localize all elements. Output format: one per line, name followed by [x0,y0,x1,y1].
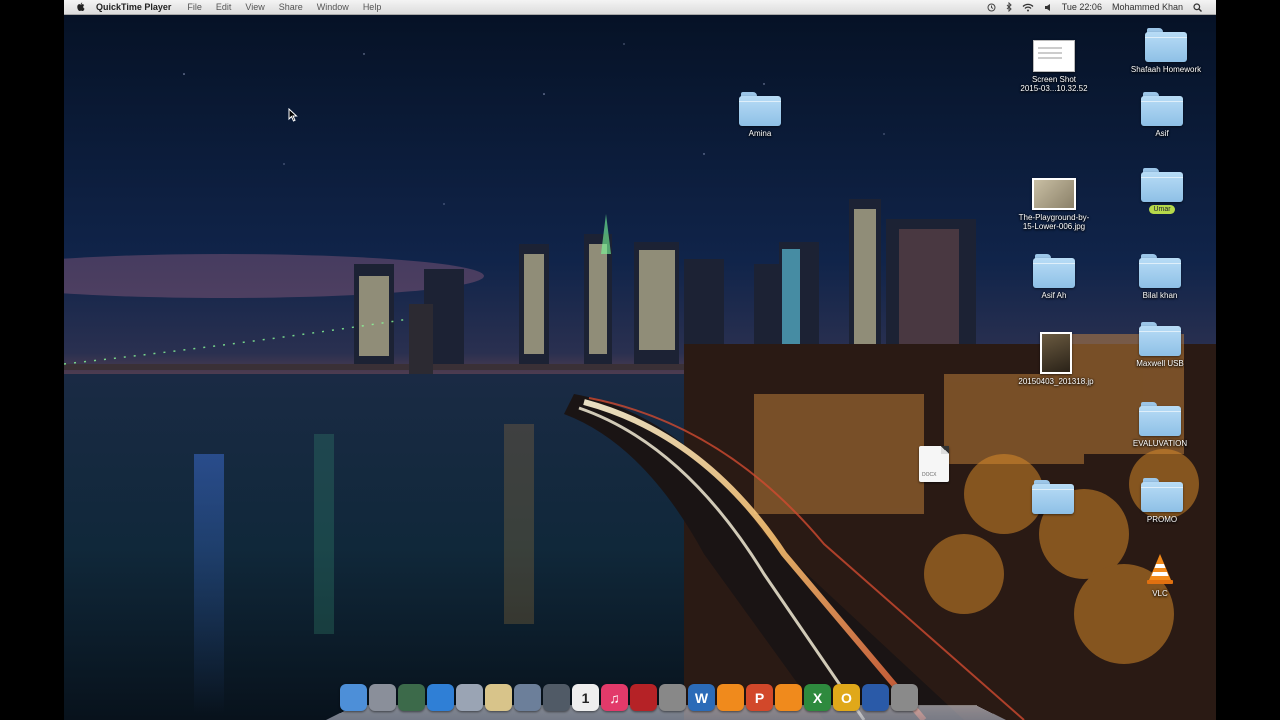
menu-edit[interactable]: Edit [216,2,232,12]
desktop-icon-docx[interactable]: DOCX [894,446,974,485]
spotlight-search-icon[interactable] [1193,2,1202,12]
dock-excel-icon[interactable]: X [804,684,831,711]
desktop-icon-label: PROMO [1146,515,1178,524]
volume-icon[interactable] [1044,3,1052,12]
dock-powerpoint-icon[interactable]: P [746,684,773,711]
desktop-icon-label: EVALUVATION [1132,439,1188,448]
folder-icon [1141,92,1183,126]
folder-icon [1139,402,1181,436]
desktop-icon-shafaah-homework[interactable]: Shafaah Homework [1126,28,1206,74]
desktop-icon-vlc[interactable]: VLC [1120,552,1200,598]
apple-menu-icon[interactable] [76,2,86,12]
dock-screenshot-tool-icon[interactable] [659,684,686,711]
screenshot-file-icon [1033,40,1075,72]
dock-quicktime-icon[interactable] [862,684,889,711]
folder-icon [1033,254,1075,288]
folder-icon [739,92,781,126]
dock-finder-icon[interactable] [340,684,367,711]
dock-launchpad-icon[interactable] [369,684,396,711]
dock-outlook-icon[interactable]: O [833,684,860,711]
dock-safari-icon[interactable] [427,684,454,711]
desktop-icon-label: The-Playground-by- 15-Lower-006.jpg [1018,213,1090,231]
bluetooth-icon[interactable] [1006,2,1012,12]
desktop-icon-asif-a[interactable]: Asif Ah [1014,254,1094,300]
desktop-icon-label: Asif Ah [1041,291,1067,300]
desktop-icon-evaluvation[interactable]: EVALUVATION [1120,402,1200,448]
mouse-cursor-icon [288,108,298,122]
menu-app-name[interactable]: QuickTime Player [96,2,171,12]
menu-bar: QuickTime Player File Edit View Share Wi… [64,0,1216,15]
dock-photo-booth-icon[interactable] [630,684,657,711]
image-file-icon [1032,178,1076,210]
desktop-icon-promo[interactable]: PROMO [1122,478,1202,524]
image-file-icon [1040,332,1072,374]
desktop-icon-playground[interactable]: The-Playground-by- 15-Lower-006.jpg [1014,178,1094,231]
user-name[interactable]: Mohammed Khan [1112,2,1183,12]
dock-vlc-2-icon[interactable] [775,684,802,711]
screen: QuickTime Player File Edit View Share Wi… [64,0,1216,720]
desktop-icon-label: 20150403_201318.jp [1018,377,1094,386]
menu-share[interactable]: Share [279,2,303,12]
desktop-icon-label: Maxwell USB [1136,359,1184,368]
dock-vlc-dock-icon[interactable] [717,684,744,711]
file-extension: DOCX [922,472,937,478]
desktop-icon-umar[interactable]: Umar [1122,168,1202,214]
menu-view[interactable]: View [245,2,264,12]
time-machine-icon[interactable] [987,3,996,12]
dock-facetime-icon[interactable] [543,684,570,711]
folder-icon [1145,28,1187,62]
desktop-icon-photo-jpg[interactable]: 20150403_201318.jp [1016,332,1096,386]
vlc-cone-icon [1147,554,1173,584]
menu-window[interactable]: Window [317,2,349,12]
desktop-icon-label: VLC [1152,589,1168,598]
desktop-icon-label: Amina [748,129,772,138]
dock-notes-icon[interactable] [485,684,512,711]
folder-icon [1139,322,1181,356]
desktop-icon-screen-shot[interactable]: Screen Shot 2015-03...10.32.52 [1014,40,1094,93]
desktop-icon-bilal-khan[interactable]: Bilal khan [1120,254,1200,300]
desktop-icon-amina[interactable]: Amina [720,92,800,138]
folder-icon [1139,254,1181,288]
desktop-icon-label: Bilal khan [1142,291,1178,300]
desktop-icon-maxwell-usb[interactable]: Maxwell USB [1120,322,1200,368]
menu-extras: Tue 22:06 Mohammed Khan [987,2,1216,12]
dock-mission-control-icon[interactable] [398,684,425,711]
dock-items: 1 ♫ W P X O [340,684,918,711]
dock-word-icon[interactable]: W [688,684,715,711]
folder-icon [1141,478,1183,512]
desktop-icon-label: Screen Shot 2015-03...10.32.52 [1020,75,1088,93]
desktop-icon-label: Shafaah Homework [1130,65,1202,74]
dock-preview-icon[interactable] [456,684,483,711]
desktop-icon-blurred-folder[interactable] [1013,480,1093,517]
document-file-icon: DOCX [919,446,949,482]
dock: 1 ♫ W P X O [326,682,1006,720]
menu-file[interactable]: File [187,2,202,12]
dock-calendar-icon[interactable]: 1 [572,684,599,711]
folder-icon [1032,480,1074,514]
clock[interactable]: Tue 22:06 [1062,2,1102,12]
dock-system-preferences-icon[interactable] [514,684,541,711]
wifi-icon[interactable] [1022,3,1034,12]
desktop-icon-asif[interactable]: Asif [1122,92,1202,138]
folder-icon [1141,168,1183,202]
desktop-icon-label: Asif [1155,129,1169,138]
dock-trash-icon[interactable] [891,684,918,711]
menu-help[interactable]: Help [363,2,382,12]
dock-itunes-icon[interactable]: ♫ [601,684,628,711]
desktop-icon-label: Umar [1149,205,1175,214]
